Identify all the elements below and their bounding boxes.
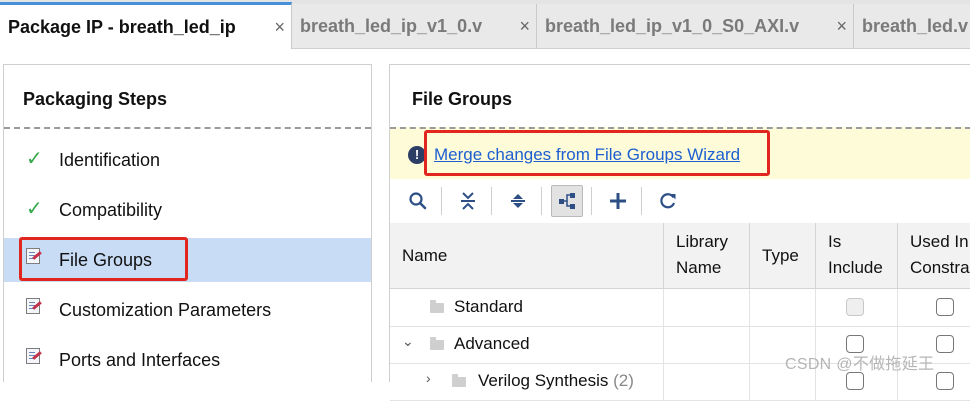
tab-breath-led-ip-s0-axi[interactable]: breath_led_ip_v1_0_S0_AXI.v × <box>537 4 854 48</box>
column-label: Name <box>676 258 722 277</box>
refresh-icon[interactable] <box>652 185 684 217</box>
step-ports-and-interfaces[interactable]: Ports and Interfaces <box>4 338 371 382</box>
column-header-used-in-constraints[interactable]: Used In Constraints <box>898 223 970 289</box>
column-label: Include <box>828 258 883 277</box>
tab-breath-led[interactable]: breath_led.v <box>854 4 970 48</box>
edit-document-icon <box>26 348 44 368</box>
table-row[interactable]: Standard <box>390 289 970 327</box>
close-icon[interactable]: × <box>836 16 847 37</box>
hierarchy-icon[interactable] <box>551 185 583 217</box>
file-groups-toolbar <box>390 179 970 223</box>
tab-label: breath_led_ip_v1_0.v <box>300 15 483 36</box>
check-icon: ✓ <box>26 198 43 220</box>
step-label: Compatibility <box>59 199 163 220</box>
expand-all-icon[interactable] <box>502 185 534 217</box>
close-icon[interactable]: × <box>519 16 530 37</box>
tab-label: breath_led_ip_v1_0_S0_AXI.v <box>545 15 800 36</box>
used-in-constraints-checkbox[interactable] <box>936 372 954 390</box>
column-header-is-include[interactable]: Is Include <box>816 223 898 289</box>
folder-icon <box>430 337 444 350</box>
highlight-box-file-groups <box>19 237 188 281</box>
column-header-type[interactable]: Type <box>750 223 816 289</box>
panel-title: Packaging Steps <box>23 89 168 109</box>
watermark: CSDN @不做拖延王 <box>785 356 935 373</box>
search-icon[interactable] <box>402 185 434 217</box>
row-name: Standard <box>454 297 523 316</box>
column-label: Name <box>402 246 448 265</box>
column-label: Used In <box>910 232 969 251</box>
file-groups-panel: File Groups ! Merge changes from File Gr… <box>389 64 970 401</box>
folder-icon <box>430 300 444 313</box>
step-label: Identification <box>59 149 161 170</box>
highlight-box-merge-link <box>424 130 770 176</box>
tab-label: Package IP - breath_led_ip <box>8 16 236 37</box>
collapse-all-icon[interactable] <box>452 185 484 217</box>
add-icon[interactable] <box>602 185 634 217</box>
tab-breath-led-ip-v1-0[interactable]: breath_led_ip_v1_0.v × <box>292 4 537 48</box>
step-compatibility[interactable]: ✓ Compatibility <box>4 188 371 232</box>
edit-document-icon <box>26 298 44 318</box>
column-label: Is <box>828 232 842 251</box>
column-header-name[interactable]: Name <box>390 223 664 289</box>
chevron-down-icon[interactable]: ⌄ <box>402 333 414 350</box>
check-icon: ✓ <box>26 148 43 170</box>
column-label: Library <box>676 232 728 251</box>
tab-label: breath_led.v <box>862 15 969 36</box>
tab-package-ip[interactable]: Package IP - breath_led_ip × <box>0 2 292 49</box>
panel-title: File Groups <box>412 89 513 109</box>
close-icon[interactable]: × <box>274 17 285 38</box>
column-label: Constraints <box>910 258 970 277</box>
column-label: Type <box>762 246 799 265</box>
used-in-constraints-checkbox[interactable] <box>936 335 954 353</box>
row-name: Verilog Synthesis (2) <box>478 371 634 390</box>
packaging-steps-panel: Packaging Steps ✓ Identification ✓ Compa… <box>3 64 372 382</box>
step-customization-parameters[interactable]: Customization Parameters <box>4 288 371 332</box>
step-identification[interactable]: ✓ Identification <box>4 138 371 182</box>
is-include-checkbox[interactable] <box>846 372 864 390</box>
is-include-checkbox <box>846 298 864 316</box>
step-label: Customization Parameters <box>59 299 272 320</box>
used-in-constraints-checkbox[interactable] <box>936 298 954 316</box>
step-label: Ports and Interfaces <box>59 349 221 370</box>
editor-tab-bar: Package IP - breath_led_ip × breath_led_… <box>0 0 970 49</box>
chevron-right-icon[interactable]: › <box>426 370 431 386</box>
divider <box>4 127 371 129</box>
row-name: Advanced <box>454 334 530 353</box>
folder-icon <box>452 374 466 387</box>
column-header-library-name[interactable]: Library Name <box>664 223 750 289</box>
